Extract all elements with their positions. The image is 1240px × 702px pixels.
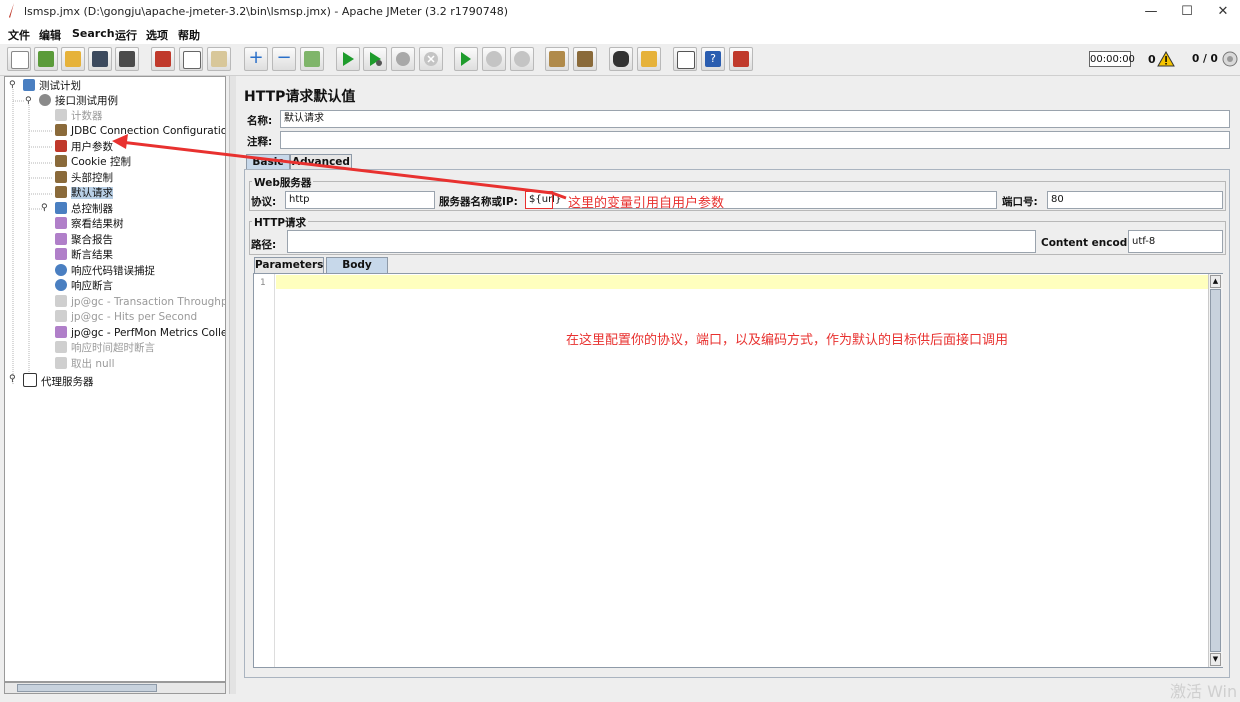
windows-activation-watermark: 激活 Win	[1170, 682, 1238, 701]
annotation-config-note: 在这里配置你的协议，端口，以及编码方式，作为默认的目标供后面接口调用	[566, 333, 1009, 348]
annotation-variable-note: 这里的变量引用自用户参数	[568, 196, 725, 211]
